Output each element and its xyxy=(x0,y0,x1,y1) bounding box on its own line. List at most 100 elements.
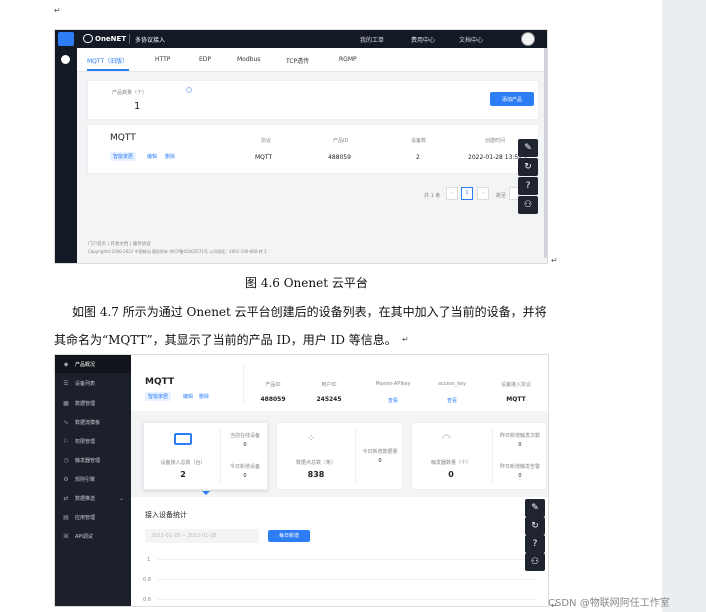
sidebar-item-label: 应用管理 xyxy=(75,514,96,521)
product-name: MQTT xyxy=(145,377,175,387)
col-product-id-value: 488059 xyxy=(328,154,351,161)
sidebar-item-label: 规则引擎 xyxy=(75,476,96,483)
sidebar-item-api[interactable]: ⌘ API调试 xyxy=(55,527,131,545)
list-icon: ☰ xyxy=(63,379,69,387)
pencil-icon[interactable]: ✎ xyxy=(518,139,538,157)
nav-docs[interactable]: 文档中心 xyxy=(459,35,483,44)
help-circle-icon[interactable]: ? xyxy=(525,535,545,553)
footer-links[interactable]: 门户首页 | 开发文档 | 服务协议 xyxy=(88,241,151,247)
datapoint-total-label: 数据点总数（条） xyxy=(295,460,336,466)
sidebar-item-triggers[interactable]: ◷ 触发器管理 xyxy=(55,451,131,469)
gear-icon: ⚙ xyxy=(63,475,69,483)
info-label-user-id: 用户ID xyxy=(321,382,337,388)
sidebar-item-overview[interactable]: ◆ 产品概况 xyxy=(55,355,131,373)
nav-billing[interactable]: 费用中心 xyxy=(411,35,435,44)
gridline xyxy=(157,579,537,580)
customer-service-icon[interactable]: ⚇ xyxy=(525,553,545,571)
col-protocol-label: 协议 xyxy=(261,138,272,144)
daily-new-button[interactable]: 每日新增 xyxy=(268,530,310,542)
divider xyxy=(220,429,221,485)
sidebar: ◆ 产品概况 ☰ 设备列表 ▦ 数据管理 ∿ 数据流模板 ⚐ 权限管理 ◷ 触发器管理 ⚙ 规… xyxy=(55,355,131,606)
api-icon: ⌘ xyxy=(63,532,69,540)
footer-copyright: Copyright©2000-2022 中国移动 版权所有 京ICP备05002… xyxy=(88,249,267,254)
view-apikey-link[interactable]: 查看 xyxy=(363,397,423,404)
edit-link[interactable]: 编辑 xyxy=(183,393,193,400)
sidebar-item-permissions[interactable]: ⚐ 权限管理 xyxy=(55,432,131,450)
sidebar-item-datastream[interactable]: ∿ 数据流模板 xyxy=(55,413,131,431)
trigger-count-label: 昨日新增触发次数 xyxy=(499,433,540,439)
home-icon[interactable] xyxy=(58,32,74,46)
stats-title: 接入设备统计 xyxy=(145,511,187,519)
add-product-button[interactable]: 添加产品 xyxy=(490,92,534,106)
new-datapoints-value: 0 xyxy=(378,458,382,464)
tab-tcp[interactable]: TCP透传 xyxy=(286,56,309,65)
sidebar-item-apps[interactable]: ▤ 应用管理 xyxy=(55,508,131,526)
overview-icon: ◆ xyxy=(63,360,69,368)
pager-prev[interactable]: ‹ xyxy=(446,187,458,200)
help-circle-icon[interactable]: ? xyxy=(518,177,538,195)
active-tab-indicator xyxy=(87,69,129,71)
col-device-count-value: 2 xyxy=(416,154,420,161)
sidebar-item-devices[interactable]: ☰ 设备列表 xyxy=(55,374,131,392)
info-value-product-id: 488059 xyxy=(260,396,286,403)
online-devices-value: 0 xyxy=(243,442,247,448)
product-tag: 智能家居 xyxy=(145,392,172,401)
y-tick-label: 0.8 xyxy=(143,577,151,583)
view-access-key-link[interactable]: 查看 xyxy=(427,397,477,404)
user-avatar-icon[interactable] xyxy=(521,32,535,46)
product-tag: 智能家居 xyxy=(110,152,137,161)
dashboard-icon[interactable] xyxy=(61,55,70,64)
scrollbar[interactable] xyxy=(544,48,547,258)
new-datapoints-label: 今日新增数据量 xyxy=(362,449,398,455)
app-icon: ▤ xyxy=(63,513,69,521)
product-name[interactable]: MQTT xyxy=(110,133,136,143)
date-range-picker[interactable]: 2022-01-28 ~ 2022-01-28 xyxy=(145,529,259,543)
customer-service-icon[interactable]: ⚇ xyxy=(518,196,538,214)
brand-name: OneNET xyxy=(95,35,127,43)
pager-page[interactable]: 1 xyxy=(461,187,473,200)
paragraph-line-2: 其命名为“MQTT”，其显示了当前的产品 ID，用户 ID 等信息。 xyxy=(54,333,397,347)
delete-link[interactable]: 删除 xyxy=(165,153,175,160)
trigger-stats-card: ◠ 触发器数量（个） 0 昨日新增触发次数 0 昨日新增触发告警 0 xyxy=(411,422,547,490)
sidebar-item-label: 产品概况 xyxy=(75,361,96,368)
pager-next[interactable]: › xyxy=(477,187,489,200)
delete-link[interactable]: 删除 xyxy=(199,393,209,400)
tab-rgmp[interactable]: RGMP xyxy=(339,56,357,63)
product-row-card: MQTT 智能家居 编辑 删除 协议 产品ID 设备数 创建时间 MQTT 48… xyxy=(87,124,539,174)
y-tick-label: 0.6 xyxy=(143,597,151,603)
active-card-indicator xyxy=(202,491,210,495)
col-protocol-value: MQTT xyxy=(255,154,273,161)
top-nav-bar: OneNET 多协议接入 我的工单 费用中心 文档中心 xyxy=(55,30,547,48)
wave-icon: ∿ xyxy=(63,418,69,426)
tab-mqtt[interactable]: MQTT（旧版） xyxy=(87,56,128,65)
gridline xyxy=(157,559,537,560)
chevron-down-icon: ⌄ xyxy=(119,494,125,502)
gridline xyxy=(157,599,537,600)
refresh-icon[interactable]: ↻ xyxy=(525,517,545,535)
sidebar-item-rules[interactable]: ⚙ 规则引擎 xyxy=(55,470,131,488)
onenet-screenshot: OneNET 多协议接入 我的工单 费用中心 文档中心 MQTT（旧版） HTT… xyxy=(54,29,548,264)
tab-edp[interactable]: EDP xyxy=(199,56,211,63)
sidebar-item-label: 数据管理 xyxy=(75,400,96,407)
nav-tickets[interactable]: 我的工单 xyxy=(360,35,384,44)
info-value-user-id: 245245 xyxy=(316,396,342,403)
info-label-apikey: Master-APIkey xyxy=(375,381,411,387)
device-total-label: 设备接入总数（台） xyxy=(160,460,206,466)
tab-http[interactable]: HTTP xyxy=(155,56,170,63)
device-total-value: 2 xyxy=(180,470,186,479)
paragraph-line-1: 如图 4.7 所示为通过 Onenet 云平台创建后的设备列表，在其中加入了当前… xyxy=(72,305,547,319)
pencil-icon[interactable]: ✎ xyxy=(525,499,545,517)
edit-link[interactable]: 编辑 xyxy=(147,153,157,160)
device-stats-card: 设备接入总数（台） 2 当前在线设备 0 今日新增设备 0 xyxy=(143,422,268,490)
trigger-total-label: 触发器数量（个） xyxy=(430,460,471,466)
paragraph-mark: ↵ xyxy=(551,256,558,265)
tab-modbus[interactable]: Modbus xyxy=(237,56,260,63)
info-label-protocol: 设备接入协议 xyxy=(500,382,531,388)
help-icon[interactable] xyxy=(186,87,192,93)
col-device-count-label: 设备数 xyxy=(411,138,427,144)
refresh-icon[interactable]: ↻ xyxy=(518,158,538,176)
sidebar-item-data[interactable]: ▦ 数据管理 xyxy=(55,394,131,412)
trigger-total-value: 0 xyxy=(448,470,454,479)
product-count: 1 xyxy=(134,101,141,112)
sidebar-item-push[interactable]: ⇄ 数据推送 ⌄ xyxy=(55,489,131,507)
